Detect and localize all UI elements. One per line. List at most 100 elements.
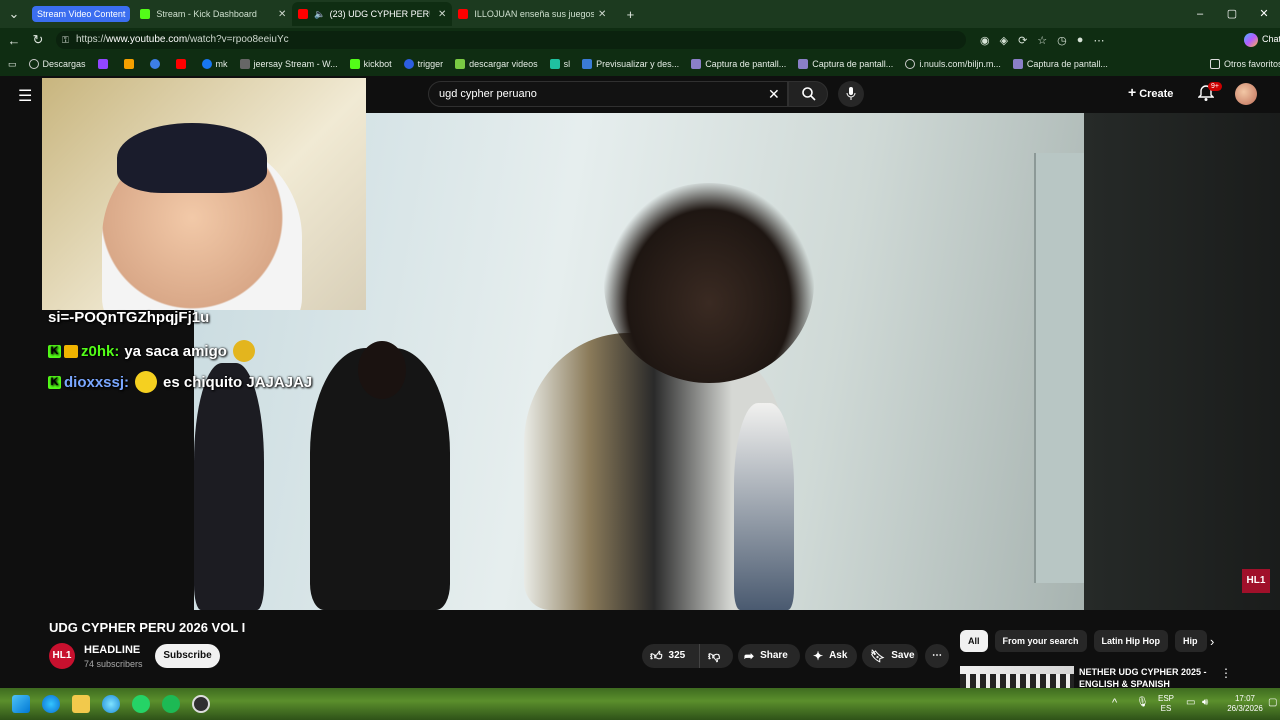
file-explorer-icon[interactable] [72, 695, 90, 713]
url-field[interactable]: ⚿ https://www.youtube.com/watch?v=rpoo8e… [56, 31, 966, 49]
whatsapp-icon[interactable] [132, 695, 150, 713]
other-favorites[interactable]: Otros favoritos [1210, 59, 1280, 69]
close-icon[interactable]: ✕ [278, 9, 286, 20]
bookmark-kickbot[interactable]: kickbot [349, 59, 392, 69]
notification-count-badge: 9+ [1208, 82, 1222, 91]
tab-actions-chevron-icon[interactable]: ⌄ [2, 6, 26, 22]
streamer-webcam-overlay [42, 78, 366, 310]
bookmark-label: trigger [417, 59, 444, 69]
tab-illojuan[interactable]: ILLOJUAN enseña sus juegos mas ✕ [452, 2, 612, 26]
close-window-icon[interactable]: ✕ [1248, 0, 1280, 28]
bookmark-jeersay[interactable]: jeersay Stream - W... [239, 59, 338, 69]
chip-latin-hip-hop[interactable]: Latin Hip Hop [1093, 630, 1169, 652]
more-vertical-icon[interactable]: ⋮ [1220, 666, 1232, 680]
bookmark-previsualizar[interactable]: Previsualizar y des... [582, 59, 679, 69]
sidebar-toggle-icon[interactable]: ▭ [8, 59, 17, 70]
bookmark-app[interactable] [149, 59, 164, 69]
tray-chevron-icon[interactable]: ^ [1112, 698, 1117, 709]
microphone-tray-icon[interactable]: 🎙︎ [1136, 698, 1149, 708]
channel-avatar[interactable]: HL1 [49, 643, 75, 669]
bookmark-descargar-videos[interactable]: descargar videos [455, 59, 538, 69]
tab-youtube-video[interactable]: 🔈 (23) UDG CYPHER PERU 2026 ✕ [292, 2, 453, 26]
create-button[interactable]: + Create [1128, 84, 1173, 100]
browser-icon[interactable] [102, 695, 120, 713]
new-tab-plus-icon[interactable]: + [618, 7, 642, 22]
close-icon[interactable]: ✕ [598, 9, 606, 20]
history-icon[interactable]: ◷ [1057, 34, 1067, 47]
subscriber-count: 74 subscribers [84, 659, 143, 669]
more-icon[interactable]: ⋯ [1093, 34, 1104, 47]
volume-icon[interactable]: 🔊︎ [1202, 698, 1208, 708]
more-horizontal-icon: ⋯ [932, 650, 942, 661]
network-icon[interactable]: ▭ [1186, 698, 1195, 708]
kick-icon [140, 9, 151, 19]
bookmark-captura-1[interactable]: Captura de pantall... [691, 59, 786, 69]
bookmark-captura-2[interactable]: Captura de pantall... [798, 59, 893, 69]
kick-badge-icon: K [48, 344, 61, 358]
voice-search-button[interactable] [838, 81, 864, 107]
tab-group-chip[interactable]: Stream Video Content [32, 6, 131, 22]
video-scene-dreadlocks [604, 183, 814, 383]
windows-start-icon[interactable] [12, 695, 30, 713]
spotify-icon[interactable] [162, 695, 180, 713]
extension-icon[interactable]: ◉ [980, 34, 990, 47]
channel-watermark[interactable]: HL1 [1242, 569, 1270, 593]
bookmark-trigger[interactable]: trigger [403, 59, 444, 69]
more-actions-button[interactable]: ⋯ [925, 644, 949, 668]
search-button[interactable] [788, 81, 828, 107]
app-icon [123, 59, 134, 69]
channel-name[interactable]: HEADLINE [84, 644, 140, 656]
chat-label[interactable]: Chat [1262, 34, 1280, 44]
close-icon[interactable]: ✕ [438, 9, 446, 20]
tab-kick-dashboard[interactable]: Stream - Kick Dashboard ✕ [134, 2, 292, 26]
clear-search-icon[interactable]: ✕ [768, 86, 780, 103]
chip-all[interactable]: All [960, 630, 988, 652]
back-arrow-icon[interactable]: ← [2, 33, 26, 48]
ask-button[interactable]: ✦ Ask [805, 644, 857, 668]
save-button[interactable]: 🔖︎ Save [862, 644, 918, 668]
chat-message: K dioxxssj: es chiquito JAJAJAJ [48, 371, 312, 393]
copilot-icon[interactable] [1244, 33, 1258, 47]
share-button[interactable]: ➦ Share [738, 644, 800, 668]
bookmark-nuuls[interactable]: i.nuuls.com/biljn.m... [905, 59, 1001, 69]
bookmark-mk[interactable]: mk [201, 59, 228, 69]
edge-icon[interactable] [42, 695, 60, 713]
profile-icon[interactable]: ● [1077, 34, 1084, 47]
reload-icon[interactable]: ↻ [26, 32, 50, 48]
language-indicator[interactable]: ESP ES [1156, 694, 1176, 714]
obs-icon[interactable] [192, 695, 210, 713]
minimize-icon[interactable]: – [1184, 0, 1216, 28]
chip-hip[interactable]: Hip [1175, 630, 1208, 652]
account-avatar[interactable] [1235, 83, 1257, 105]
youtube-icon [298, 9, 309, 19]
dislike-button[interactable]: 👎︎ [699, 644, 733, 668]
chat-command-line: si=-POQnTGZhpqjFj1u [48, 309, 209, 326]
favorites-star-icon[interactable]: ☆ [1037, 34, 1047, 47]
thumbnail-people [960, 674, 1074, 688]
bookmark-sl[interactable]: sl [549, 59, 570, 69]
bookmark-twitch[interactable] [97, 59, 112, 69]
youtube-icon [175, 59, 186, 69]
search-input[interactable]: ugd cypher peruano [428, 81, 788, 107]
recommendation-title[interactable]: NETHER UDG CYPHER 2025 - ENGLISH & SPANI… [1079, 666, 1209, 688]
clock[interactable]: 17:07 26/3/2026 [1222, 694, 1268, 714]
bookmark-app[interactable] [123, 59, 138, 69]
video-scene-person [734, 403, 794, 610]
refresh-extension-icon[interactable]: ⟳ [1018, 34, 1027, 47]
bookmark-youtube[interactable] [175, 59, 190, 69]
recommendation-thumbnail[interactable] [960, 666, 1074, 688]
notification-center-icon[interactable]: ▢ [1268, 698, 1277, 708]
extension-icon[interactable]: ◈ [1000, 34, 1008, 47]
chip-from-your-search[interactable]: From your search [994, 630, 1087, 652]
chat-message: K z0hk: ya saca amigo [48, 340, 261, 362]
video-player[interactable]: si=-POQnTGZhpqjFj1u K z0hk: ya saca amig… [0, 78, 1280, 610]
bookmark-captura-3[interactable]: Captura de pantall... [1012, 59, 1108, 69]
chevron-right-icon[interactable]: › [1210, 634, 1214, 649]
bookmark-label: Captura de pantall... [705, 59, 787, 69]
menu-icon[interactable]: ☰ [18, 86, 32, 106]
maximize-icon[interactable]: ▢ [1216, 0, 1248, 28]
subscribe-button[interactable]: Subscribe [155, 644, 220, 668]
like-button[interactable]: 👍︎ 325 [642, 644, 699, 668]
bookmark-descargas[interactable]: Descargas [28, 59, 86, 69]
speaker-icon[interactable]: 🔈 [314, 9, 325, 20]
